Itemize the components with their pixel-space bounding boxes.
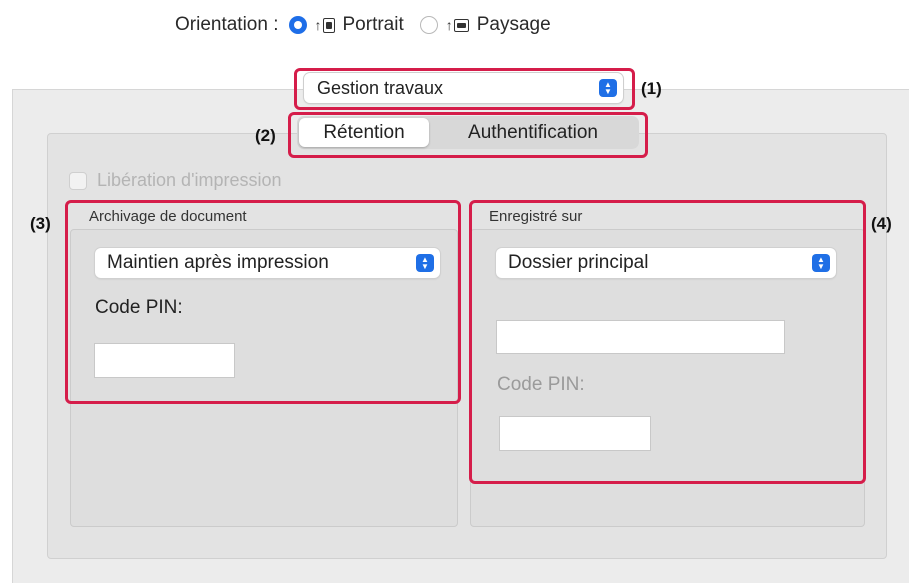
print-release-label: Libération d'impression xyxy=(97,170,282,190)
annotation-number-2: (2) xyxy=(255,126,276,145)
annotation-number-3: (3) xyxy=(30,214,51,233)
orientation-row: Orientation : ↑ Portrait ↑ Paysage xyxy=(175,10,567,40)
annotation-number-1: (1) xyxy=(641,79,662,98)
portrait-radio[interactable] xyxy=(288,16,307,34)
annotation-number-4: (4) xyxy=(871,214,892,233)
portrait-icon: ↑ xyxy=(315,17,335,33)
landscape-icon: ↑ xyxy=(446,18,469,32)
landscape-label[interactable]: Paysage xyxy=(477,14,551,36)
print-release-checkbox-row: Libération d'impression xyxy=(69,170,282,191)
orientation-label: Orientation : xyxy=(175,14,279,35)
annotation-box-3 xyxy=(65,200,461,404)
annotation-box-2 xyxy=(288,112,648,158)
print-release-checkbox[interactable] xyxy=(69,171,87,190)
landscape-radio[interactable] xyxy=(419,16,438,34)
annotation-box-4 xyxy=(469,200,866,484)
portrait-label[interactable]: Portrait xyxy=(343,14,404,36)
annotation-box-1 xyxy=(294,68,635,110)
